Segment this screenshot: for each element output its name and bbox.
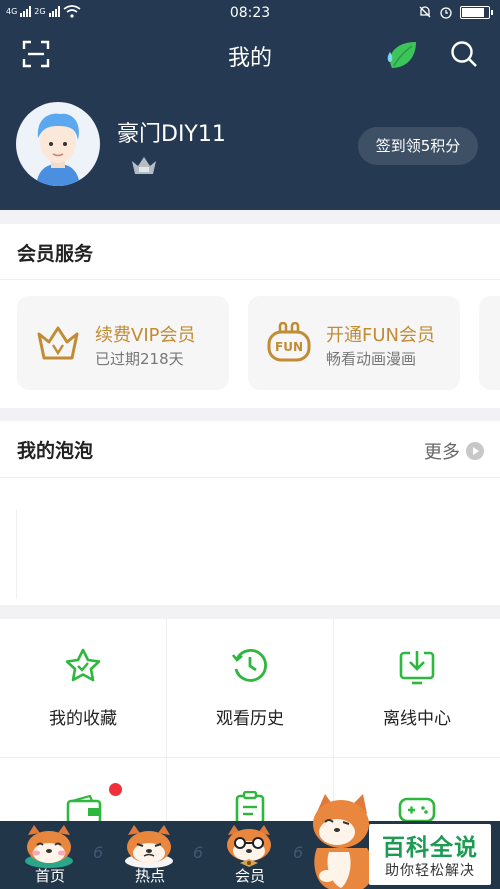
bubble-placeholder bbox=[16, 509, 17, 599]
alarm-icon bbox=[440, 7, 452, 19]
profile-section: 豪门DIY11 签到领5积分 bbox=[0, 100, 500, 192]
avatar-illustration bbox=[36, 113, 80, 186]
more-label: 更多 bbox=[424, 442, 460, 463]
bell-mute-icon bbox=[419, 6, 431, 18]
history-clock-icon bbox=[231, 649, 267, 682]
my-page-screen: 4G 2G 08:23 我的 豪门DIY11 签到领5积分 会员服务 续费VIP… bbox=[0, 0, 500, 889]
page-title: 我的 bbox=[227, 46, 272, 71]
bubbles-title: 我的泡泡 bbox=[17, 440, 94, 462]
notification-dot bbox=[109, 783, 122, 796]
vip-renew-subtitle: 已过期218天 bbox=[95, 350, 184, 368]
star-collect-icon bbox=[65, 648, 101, 682]
grid-divider bbox=[0, 757, 500, 758]
grid-item-offline[interactable]: 离线中心 bbox=[334, 619, 500, 757]
member-services-title: 会员服务 bbox=[17, 243, 94, 265]
vip-renew-title: 续费VIP会员 bbox=[95, 325, 196, 346]
clipboard-icon[interactable] bbox=[234, 791, 266, 825]
vip-crown-icon bbox=[37, 326, 79, 360]
fun-member-card[interactable]: FUN 开通FUN会员 畅看动画漫画 bbox=[248, 296, 460, 390]
my-bubbles-card: 我的泡泡 更多 bbox=[0, 421, 500, 605]
status-right bbox=[418, 5, 493, 19]
fun-icon: FUN bbox=[267, 322, 311, 362]
avatar[interactable] bbox=[16, 102, 100, 186]
download-icon bbox=[399, 651, 435, 685]
tab-vip-num: 6 bbox=[293, 843, 304, 862]
favorites-label: 我的收藏 bbox=[49, 709, 117, 729]
member-services-card: 会员服务 续费VIP会员 已过期218天 FUN 开通FUN会员 畅看动画漫画 bbox=[0, 224, 500, 408]
shiba-mascot-icon bbox=[227, 825, 271, 867]
tab-vip[interactable]: 会员 6 bbox=[200, 821, 304, 889]
shiba-mascot-icon bbox=[25, 825, 73, 868]
watermark-title: 百科全说 bbox=[382, 835, 478, 861]
tab-home-label: 首页 bbox=[34, 867, 65, 885]
bubbles-more-link[interactable]: 更多 bbox=[424, 438, 484, 464]
vip-renew-card[interactable]: 续费VIP会员 已过期218天 bbox=[17, 296, 229, 390]
shiba-mascot-icon bbox=[125, 825, 173, 868]
history-label: 观看历史 bbox=[216, 709, 284, 729]
username: 豪门DIY11 bbox=[117, 122, 226, 147]
tab-home[interactable]: 首页 6 bbox=[0, 821, 103, 889]
grid-item-history[interactable]: 观看历史 bbox=[167, 619, 333, 757]
status-bar: 4G 2G 08:23 bbox=[0, 0, 500, 28]
tab-hot[interactable]: 热点 6 bbox=[100, 821, 203, 889]
grid-item-favorites[interactable]: 我的收藏 bbox=[0, 619, 166, 757]
fun-member-subtitle: 畅看动画漫画 bbox=[326, 350, 417, 368]
header-area: 4G 2G 08:23 我的 豪门DIY11 签到领5积分 bbox=[0, 0, 500, 210]
fun-member-title: 开通FUN会员 bbox=[326, 325, 435, 346]
watermark-logo: 百科全说 助你轻松解决 bbox=[369, 824, 491, 885]
leaf-icon[interactable] bbox=[382, 38, 420, 70]
nav-bar: 我的 bbox=[0, 30, 500, 80]
arrow-right-icon bbox=[466, 442, 484, 460]
search-icon[interactable] bbox=[449, 39, 479, 69]
svg-text:FUN: FUN bbox=[275, 340, 303, 354]
crown-badge-icon bbox=[132, 157, 156, 174]
tab-vip-label: 会员 bbox=[234, 867, 265, 885]
divider bbox=[0, 279, 500, 280]
divider bbox=[0, 477, 500, 478]
watermark-subtitle: 助你轻松解决 bbox=[385, 863, 475, 879]
partial-service-card[interactable] bbox=[479, 296, 500, 390]
tab-hot-label: 热点 bbox=[134, 867, 165, 885]
offline-label: 离线中心 bbox=[383, 709, 451, 729]
signin-button[interactable]: 签到领5积分 bbox=[358, 127, 478, 165]
battery-icon bbox=[460, 5, 493, 19]
